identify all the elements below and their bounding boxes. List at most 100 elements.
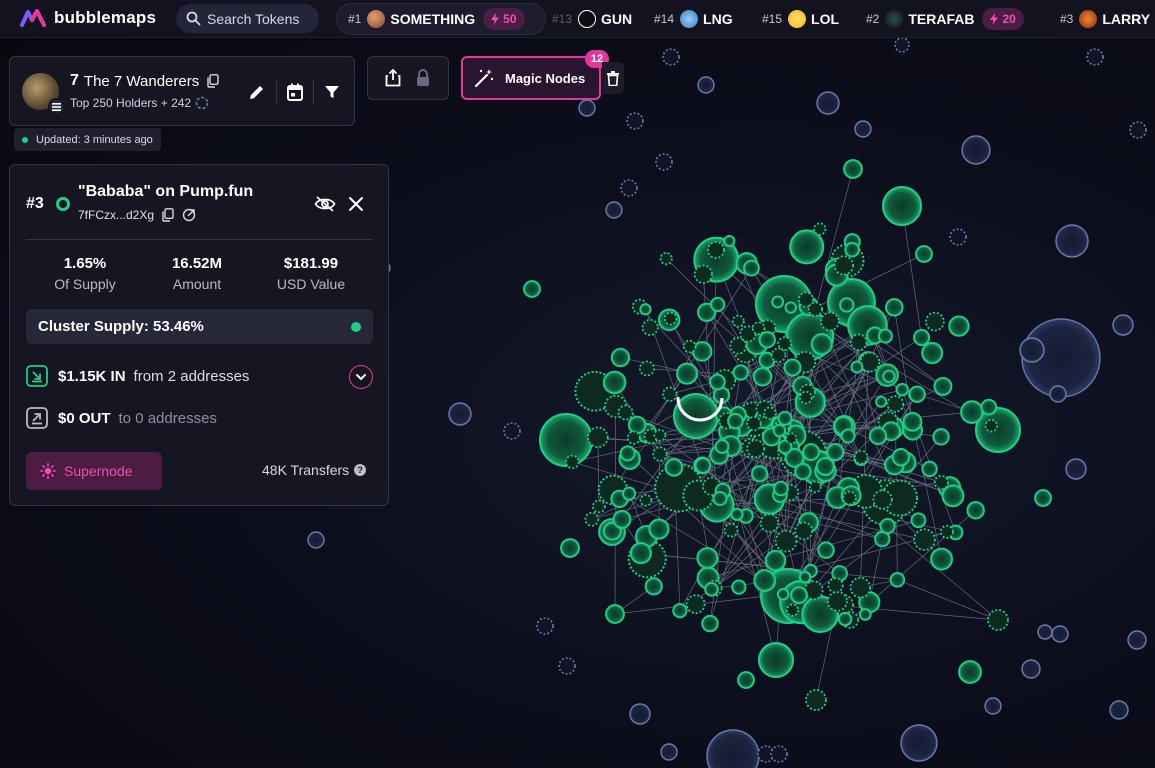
bubble-node-dotted[interactable]: [626, 112, 644, 130]
bubble-node-dotted[interactable]: [751, 321, 766, 336]
ticker-item-lng[interactable]: #14 LNG: [654, 0, 733, 38]
calendar-icon[interactable]: [287, 83, 303, 101]
bubble-node[interactable]: [731, 579, 747, 595]
bubble-node-dotted[interactable]: [770, 347, 787, 363]
logo[interactable]: bubblemaps: [20, 8, 156, 28]
bubble-node[interactable]: [1034, 489, 1052, 507]
supernode-button[interactable]: Supernode: [26, 452, 162, 490]
bubble-node-dotted[interactable]: [785, 603, 800, 617]
outflow-row[interactable]: $0 OUT to 0 addresses: [26, 407, 217, 429]
bubble-node-dotted[interactable]: [565, 454, 580, 470]
bubble-node[interactable]: [908, 385, 926, 403]
lock-icon[interactable]: [415, 69, 431, 87]
bubble-node[interactable]: [752, 366, 773, 387]
bubble-node[interactable]: [675, 362, 699, 385]
bubble-node[interactable]: [764, 549, 787, 572]
bubble-node[interactable]: [960, 400, 984, 424]
bubble-node[interactable]: [900, 724, 938, 762]
bubble-node[interactable]: [921, 460, 938, 478]
bubble-node[interactable]: [560, 538, 580, 558]
bubble-node[interactable]: [879, 517, 896, 535]
bubble-node[interactable]: [784, 301, 797, 314]
bubble-node-dotted[interactable]: [808, 480, 822, 494]
bubble-node[interactable]: [771, 295, 785, 309]
bubble-node[interactable]: [727, 412, 744, 430]
bubble-node[interactable]: [523, 280, 541, 298]
bubble-node[interactable]: [980, 398, 998, 416]
bubble-node-dotted[interactable]: [987, 609, 1009, 631]
bubble-node[interactable]: [602, 370, 627, 395]
ticker-item-something[interactable]: #1 SOMETHING 50: [348, 0, 525, 38]
bubble-node[interactable]: [910, 512, 927, 529]
bubble-node-dotted[interactable]: [662, 48, 680, 66]
copy-icon[interactable]: [162, 208, 174, 222]
bubble-node[interactable]: [882, 369, 896, 383]
expand-inflow-button[interactable]: [349, 365, 373, 389]
bubble-node-dotted[interactable]: [770, 745, 788, 763]
bubble-node[interactable]: [1065, 458, 1087, 480]
bubble-node-dotted[interactable]: [849, 576, 872, 599]
magic-nodes-button[interactable]: Magic Nodes: [461, 56, 601, 100]
bubble-node[interactable]: [843, 159, 863, 179]
bubble-node[interactable]: [723, 235, 736, 248]
bubble-node-dotted[interactable]: [807, 301, 824, 317]
bubble-node-dotted[interactable]: [592, 499, 606, 514]
bubble-node[interactable]: [605, 604, 625, 624]
bubble-node-dotted[interactable]: [731, 314, 745, 328]
bubble-node[interactable]: [629, 542, 652, 565]
bubble-node[interactable]: [984, 697, 1002, 715]
bubble-node[interactable]: [612, 509, 632, 529]
bubble-node[interactable]: [902, 411, 923, 432]
ticker-item-larry[interactable]: #3 LARRY: [1060, 0, 1150, 38]
bubble-node[interactable]: [948, 315, 970, 337]
bubble-node-dotted[interactable]: [859, 351, 881, 373]
bubble-node[interactable]: [1127, 630, 1147, 650]
bubble-node[interactable]: [815, 457, 835, 477]
bubble-node[interactable]: [622, 486, 637, 501]
bubble-node[interactable]: [773, 480, 789, 497]
bubble-node[interactable]: [858, 608, 872, 621]
bubble-node-dotted[interactable]: [925, 311, 945, 332]
bubble-node[interactable]: [648, 518, 670, 540]
cluster-supply-bar[interactable]: Cluster Supply: 53.46%: [26, 309, 373, 344]
external-link-icon[interactable]: [182, 208, 196, 222]
bubble-node[interactable]: [709, 373, 726, 391]
bubble-node-dotted[interactable]: [894, 38, 910, 53]
search-tokens-button[interactable]: Search Tokens: [176, 4, 319, 33]
bubble-node[interactable]: [712, 491, 728, 507]
bubble-node-dotted[interactable]: [617, 404, 634, 421]
bubble-node[interactable]: [737, 671, 755, 689]
bubble-node-dotted[interactable]: [626, 430, 641, 445]
bubble-node-dotted[interactable]: [723, 522, 739, 538]
bubble-node-dotted[interactable]: [799, 390, 813, 405]
bubble-node[interactable]: [701, 614, 719, 633]
bubble-node[interactable]: [696, 547, 719, 570]
bubble-node-dotted[interactable]: [849, 333, 868, 352]
bubble-node-dotted[interactable]: [652, 446, 668, 462]
bubble-node[interactable]: [627, 415, 647, 435]
delete-magic-nodes-button[interactable]: [602, 62, 624, 94]
bubble-node[interactable]: [921, 342, 944, 365]
bubble-node[interactable]: [605, 201, 623, 219]
bubble-node-dotted[interactable]: [659, 252, 673, 266]
bubble-node[interactable]: [915, 245, 933, 263]
bubble-node[interactable]: [758, 642, 794, 678]
bubble-node-dotted[interactable]: [813, 222, 827, 236]
bubble-node[interactable]: [850, 360, 864, 374]
bubble-node-dotted[interactable]: [939, 524, 954, 539]
bubble-node[interactable]: [789, 229, 825, 265]
bubble-node-dotted[interactable]: [641, 318, 659, 336]
bubble-node[interactable]: [1112, 314, 1134, 336]
bubble-node[interactable]: [539, 413, 593, 467]
bubble-node[interactable]: [578, 99, 596, 117]
edit-icon[interactable]: [248, 83, 266, 101]
bubble-node-dotted[interactable]: [746, 415, 762, 432]
share-icon[interactable]: [385, 69, 401, 87]
bubble-node[interactable]: [714, 439, 730, 454]
bubble-node[interactable]: [697, 76, 715, 94]
bubble-node[interactable]: [743, 259, 760, 277]
bubble-node-dotted[interactable]: [1086, 48, 1104, 66]
bubble-node[interactable]: [826, 443, 845, 462]
bubble-node[interactable]: [629, 703, 651, 725]
copy-icon[interactable]: [207, 74, 219, 88]
